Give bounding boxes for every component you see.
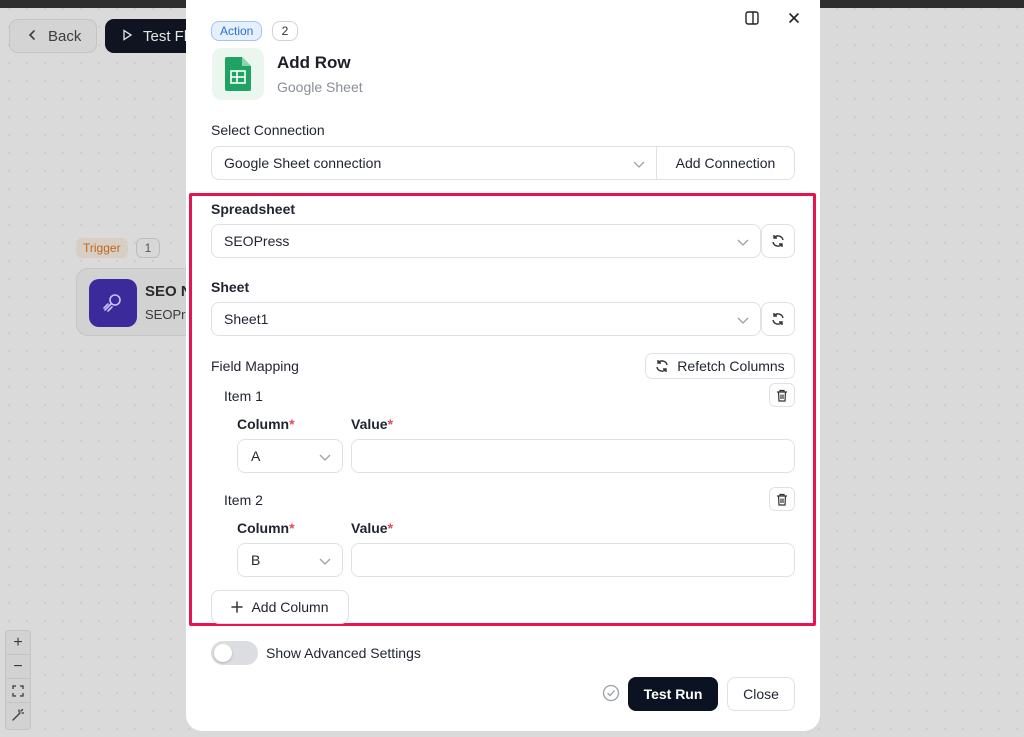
refresh-spreadsheet-button[interactable]: [761, 224, 795, 258]
zoom-out-button[interactable]: −: [6, 655, 30, 679]
spreadsheet-label: Spreadsheet: [211, 201, 296, 217]
value-input[interactable]: [351, 439, 795, 473]
connection-control: Google Sheet connection Add Connection: [211, 146, 795, 180]
back-label: Back: [48, 27, 82, 45]
plug-icon: [89, 279, 137, 327]
sheet-label: Sheet: [211, 279, 250, 295]
trigger-count: 1: [136, 238, 160, 258]
refetch-columns-button[interactable]: Refetch Columns: [645, 353, 795, 379]
column-select[interactable]: B: [237, 543, 343, 577]
zoom-in-button[interactable]: +: [6, 631, 30, 655]
trash-icon: [777, 493, 787, 506]
panel-icon[interactable]: [742, 8, 762, 28]
magic-icon[interactable]: [6, 703, 30, 727]
close-button[interactable]: Close: [727, 677, 795, 711]
zoom-controls: + −: [5, 630, 31, 730]
delete-item-button[interactable]: [769, 383, 795, 407]
fit-view-icon[interactable]: [6, 679, 30, 703]
spreadsheet-select[interactable]: SEOPress: [211, 224, 761, 258]
sheet-value: Sheet1: [224, 311, 269, 327]
field-mapping-label: Field Mapping: [211, 358, 299, 374]
sheet-select[interactable]: Sheet1: [211, 302, 761, 336]
value-input[interactable]: [351, 543, 795, 577]
close-icon[interactable]: [784, 8, 804, 28]
back-button[interactable]: Back: [9, 19, 97, 53]
refresh-icon: [656, 360, 668, 372]
toggle-knob: [214, 644, 232, 662]
advanced-settings-toggle[interactable]: [211, 641, 258, 665]
column-select[interactable]: A: [237, 439, 343, 473]
connection-select[interactable]: Google Sheet connection: [212, 147, 656, 179]
plus-icon: [231, 601, 244, 613]
refresh-icon: [772, 313, 784, 325]
action-count: 2: [272, 21, 298, 41]
chevron-down-icon: [319, 558, 331, 565]
item-label: Item 1: [224, 388, 263, 404]
trigger-badge: Trigger: [76, 238, 128, 258]
column-label: Column*: [237, 520, 295, 536]
add-connection-button[interactable]: Add Connection: [656, 147, 794, 179]
chevron-down-icon: [737, 239, 749, 246]
check-circle-icon: [602, 684, 620, 702]
add-column-button[interactable]: Add Column: [211, 590, 349, 624]
connection-value: Google Sheet connection: [224, 155, 382, 171]
app-name: Google Sheet: [277, 79, 363, 95]
action-title: Add Row: [277, 53, 351, 72]
trash-icon: [777, 389, 787, 402]
refetch-label: Refetch Columns: [677, 358, 785, 374]
node-title: SEO N: [145, 283, 192, 300]
action-badge: Action: [211, 21, 263, 41]
node-subtitle: SEOPr: [145, 307, 186, 322]
column-value: B: [251, 552, 261, 568]
test-flow-label: Test Fl: [143, 27, 188, 45]
spreadsheet-value: SEOPress: [224, 233, 290, 249]
chevron-down-icon: [319, 454, 331, 461]
chevron-down-icon: [737, 317, 749, 324]
value-label: Value*: [351, 416, 394, 432]
value-label: Value*: [351, 520, 394, 536]
item-label: Item 2: [224, 492, 263, 508]
delete-item-button[interactable]: [769, 487, 795, 511]
refresh-sheet-button[interactable]: [761, 302, 795, 336]
advanced-settings-label: Show Advanced Settings: [266, 645, 421, 661]
panel-header-actions: [742, 8, 804, 28]
chevron-left-icon: [26, 28, 38, 45]
refresh-icon: [772, 235, 784, 247]
action-panel: Action 2 Add Row Google Sheet Select Con…: [186, 0, 820, 731]
google-sheets-icon: [212, 48, 264, 100]
play-icon: [121, 28, 133, 45]
chevron-down-icon: [633, 161, 645, 168]
test-run-button[interactable]: Test Run: [628, 677, 718, 711]
column-value: A: [251, 448, 261, 464]
add-column-label: Add Column: [251, 599, 329, 615]
column-label: Column*: [237, 416, 295, 432]
select-connection-label: Select Connection: [211, 122, 325, 138]
